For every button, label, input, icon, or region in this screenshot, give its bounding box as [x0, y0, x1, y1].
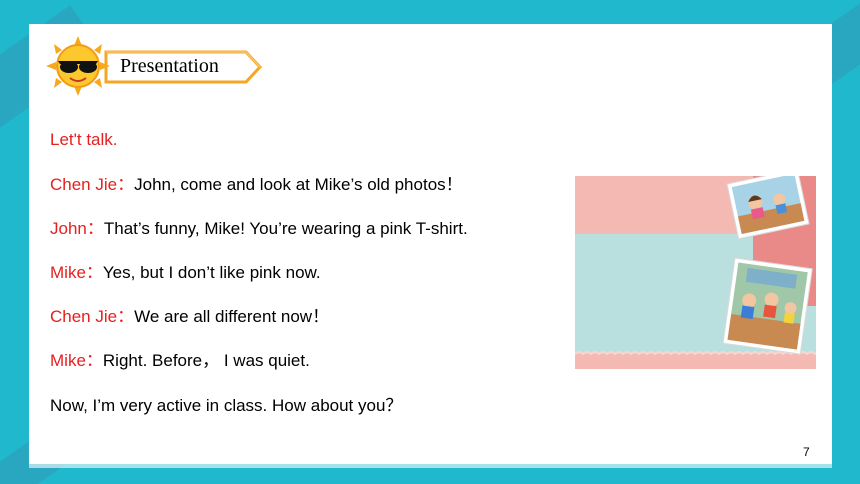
speaker-name: Chen Jie：	[50, 175, 135, 194]
dialogue-line: Chen Jie：We are all different now！	[50, 306, 329, 328]
dialogue-line: Mike：Yes, but I don’t like pink now.	[50, 262, 321, 284]
speaker-name: Mike：	[50, 263, 103, 282]
dialogue-text: That’s funny, Mike! You’re wearing a pin…	[103, 219, 468, 238]
speaker-name: Chen Jie：	[50, 307, 135, 326]
dialogue-text: John, come and look at Mike’s old photos…	[134, 175, 463, 194]
dialogue-heading: Let't talk.	[50, 130, 118, 149]
page-number: 7	[803, 445, 810, 459]
dialogue-text: Right. Before， I was quiet.	[102, 351, 310, 370]
dialogue-text: We are all different now！	[134, 307, 330, 326]
section-title: Presentation	[120, 55, 219, 77]
speaker-name: John：	[50, 219, 104, 238]
classroom-photos-illustration	[575, 176, 816, 369]
dialogue-line: Now, I’m very active in class. How about…	[50, 395, 402, 417]
sun-with-sunglasses-icon	[42, 36, 114, 96]
dialogue-line: Mike：Right. Before， I was quiet.	[50, 350, 310, 372]
section-banner: Presentation	[104, 50, 262, 84]
slide-shadow	[29, 464, 832, 468]
dialogue-line: John：That’s funny, Mike! You’re wearing …	[50, 218, 468, 240]
dialogue-line: Chen Jie：John, come and look at Mike’s o…	[50, 174, 463, 196]
dialogue-text: Now, I’m very active in class. How about…	[50, 396, 403, 415]
speaker-name: Mike：	[50, 351, 103, 370]
dialogue-text: Yes, but I don’t like pink now.	[102, 263, 321, 282]
